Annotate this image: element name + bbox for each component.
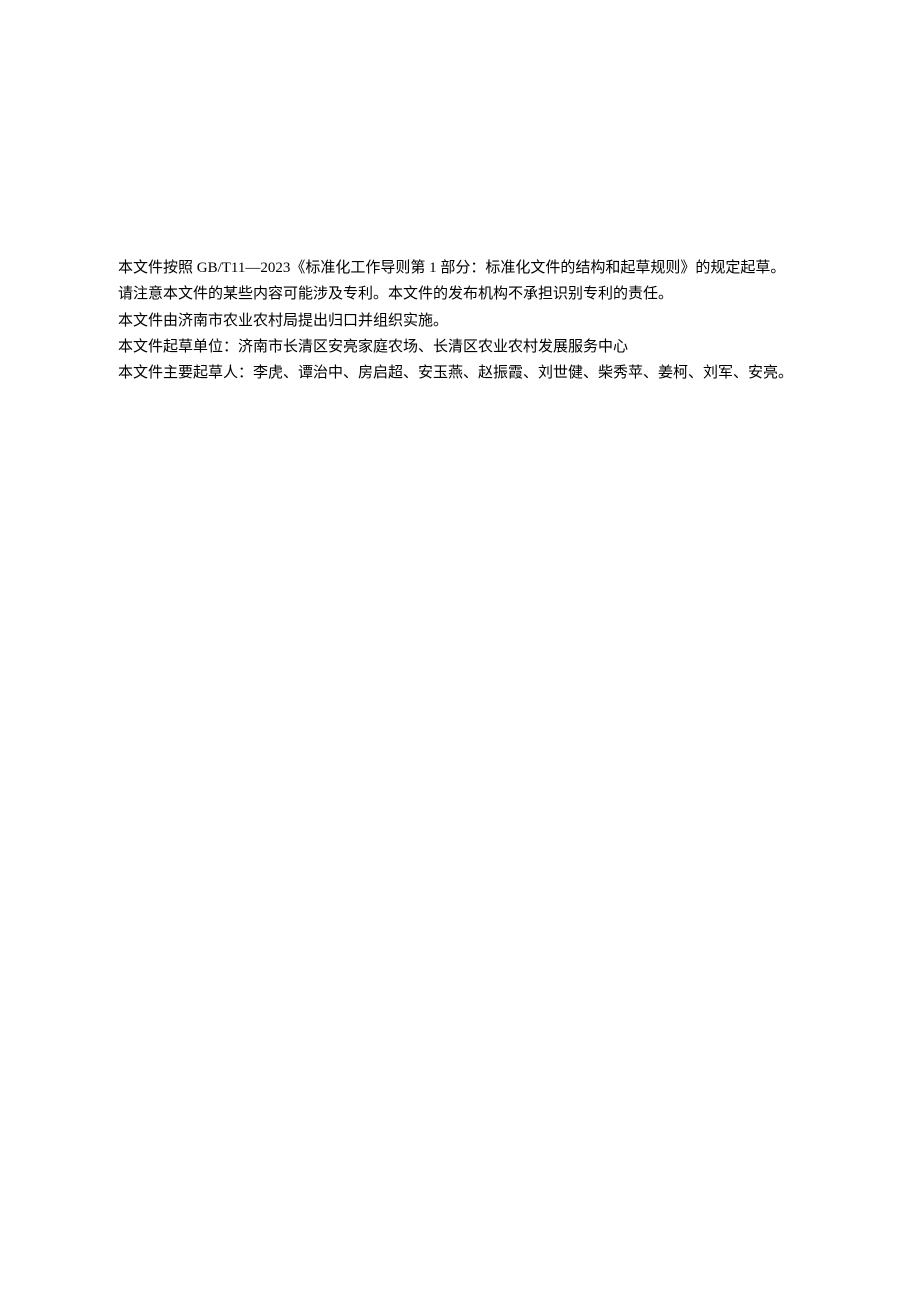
paragraph-patent-notice: 请注意本文件的某些内容可能涉及专利。本文件的发布机构不承担识别专利的责任。 <box>88 281 832 307</box>
document-body: 本文件按照 GB/T11—2023《标准化工作导则第 1 部分：标准化文件的结构… <box>88 255 832 386</box>
paragraph-drafting-units: 本文件起草单位：济南市长清区安亮家庭农场、长清区农业农村发展服务中心 <box>88 334 832 360</box>
paragraph-proposing-org: 本文件由济南市农业农村局提出归口并组织实施。 <box>88 308 832 334</box>
paragraph-standard-basis: 本文件按照 GB/T11—2023《标准化工作导则第 1 部分：标准化文件的结构… <box>88 255 832 281</box>
paragraph-drafters: 本文件主要起草人：李虎、谭治中、房启超、安玉燕、赵振霞、刘世健、柴秀苹、姜柯、刘… <box>88 360 832 386</box>
